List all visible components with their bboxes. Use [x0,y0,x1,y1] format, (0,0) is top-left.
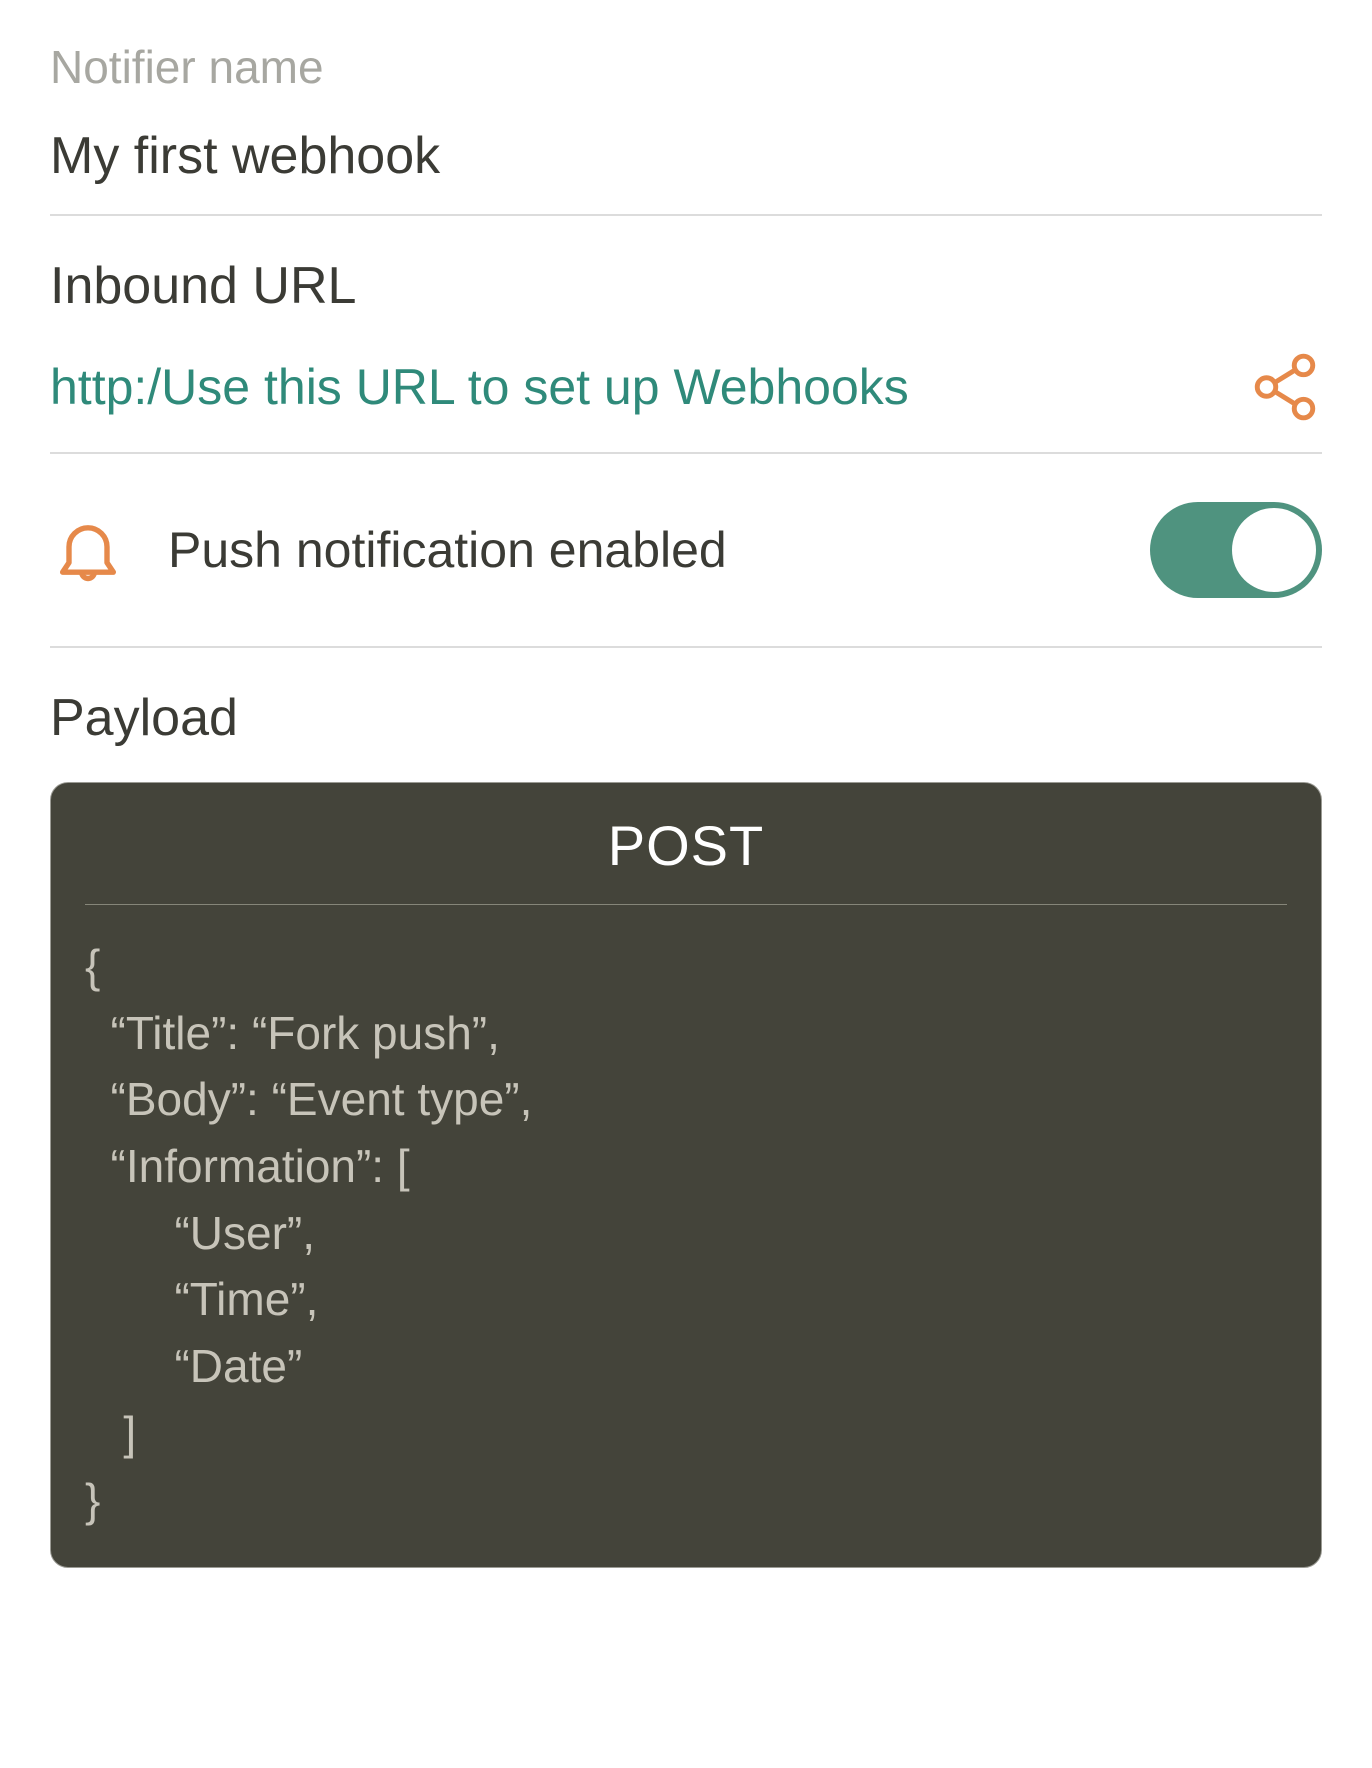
push-notification-row: Push notification enabled [50,454,1322,648]
push-notification-label: Push notification enabled [168,521,727,579]
push-left: Push notification enabled [50,512,727,588]
share-icon[interactable] [1248,350,1322,424]
notifier-name-label: Notifier name [50,40,1322,94]
payload-body[interactable]: { “Title”: “Fork push”, “Body”: “Event t… [85,933,1287,1533]
toggle-knob [1232,508,1316,592]
notifier-name-input[interactable] [50,126,1322,186]
inbound-url-row: http:/Use this URL to set up Webhooks [50,350,1322,424]
payload-heading: Payload [50,688,1322,748]
push-notification-toggle[interactable] [1150,502,1322,598]
inbound-url-link[interactable]: http:/Use this URL to set up Webhooks [50,358,1228,416]
bell-icon [50,512,126,588]
payload-method: POST [85,813,1287,905]
inbound-url-section: Inbound URL http:/Use this URL to set up… [50,216,1322,454]
payload-section: Payload POST { “Title”: “Fork push”, “Bo… [50,688,1322,1568]
notifier-name-section: Notifier name [50,40,1322,216]
inbound-url-heading: Inbound URL [50,256,1322,316]
payload-box: POST { “Title”: “Fork push”, “Body”: “Ev… [50,782,1322,1568]
webhook-settings-page: Notifier name Inbound URL http:/Use this… [0,0,1372,1608]
